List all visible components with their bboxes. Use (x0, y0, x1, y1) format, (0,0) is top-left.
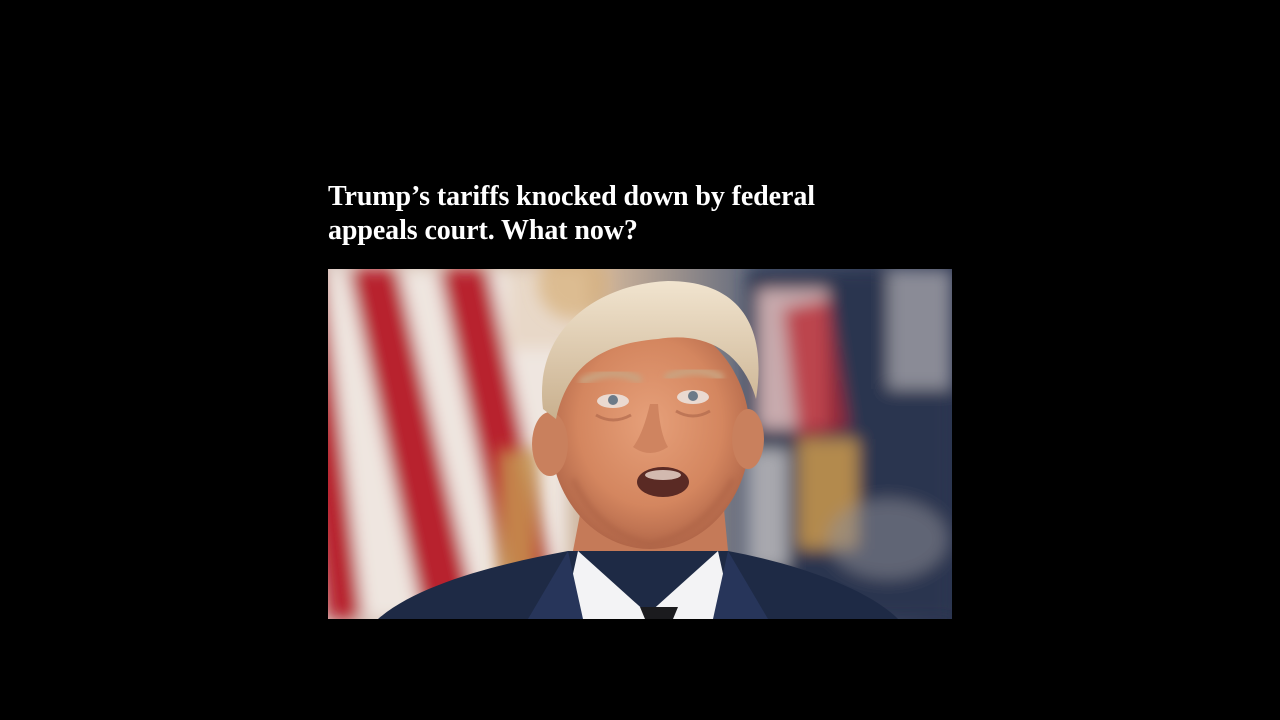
photo-illustration (328, 269, 952, 619)
headline-link[interactable]: Trump’s tariffs knocked down by federal … (328, 180, 888, 248)
page: Trump’s tariffs knocked down by federal … (0, 0, 1280, 720)
news-card[interactable]: Trump’s tariffs knocked down by federal … (328, 180, 952, 619)
article-photo[interactable] (328, 269, 952, 619)
